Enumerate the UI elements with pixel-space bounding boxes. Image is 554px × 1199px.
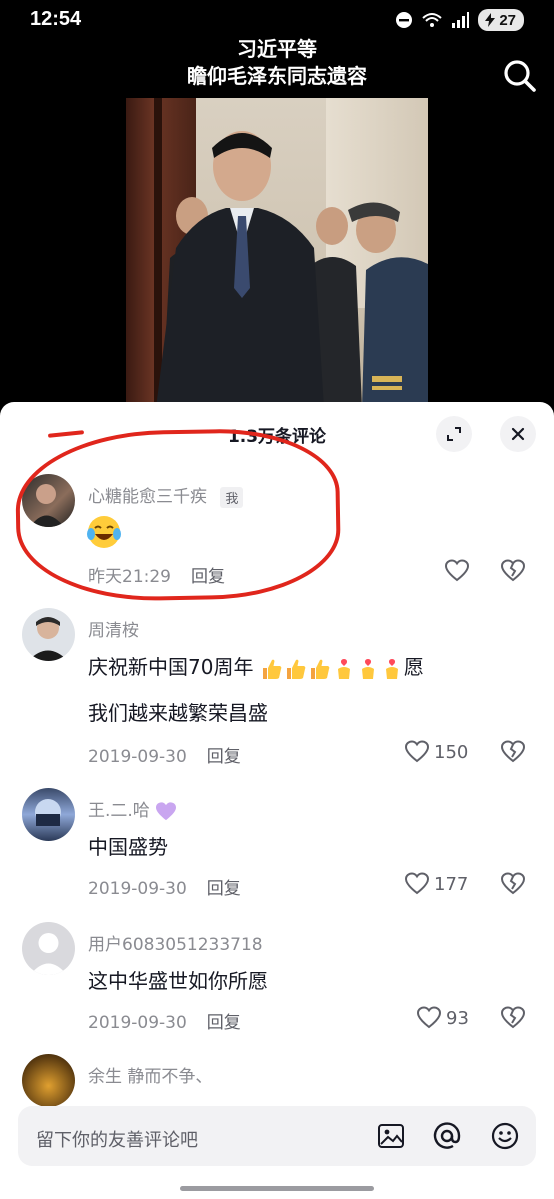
- comment-username-text: 王.二.哈: [88, 801, 150, 821]
- comment-item: 用户6083051233718 这中华盛世如你所愿 2019-09-30 回复 9…: [0, 920, 554, 1040]
- battery-indicator: 27: [478, 9, 524, 31]
- like-count: 177: [434, 873, 469, 895]
- broken-heart-icon[interactable]: [500, 558, 526, 584]
- comment-item: 周清桉 庆祝新中国70周年 愿 我们越来越繁荣昌盛 2019-09-30 回复 1…: [0, 606, 554, 774]
- reply-button[interactable]: 回复: [207, 747, 241, 767]
- avatar-image: [30, 484, 64, 527]
- signal-icon: [452, 12, 470, 28]
- like-button[interactable]: 93: [416, 1005, 469, 1031]
- comment-username[interactable]: 余生 静而不争、: [88, 1062, 212, 1087]
- like-button[interactable]: 177: [404, 871, 468, 897]
- image-icon[interactable]: [376, 1121, 406, 1151]
- broken-heart-icon[interactable]: [500, 739, 526, 765]
- laugh-cry-emoji: [87, 516, 121, 548]
- video-people-figures: [156, 131, 428, 408]
- comment-time: 2019-09-30: [88, 879, 187, 899]
- finger-heart-emoji: [385, 658, 398, 679]
- reply-button[interactable]: 回复: [207, 879, 241, 899]
- search-icon[interactable]: [500, 56, 540, 96]
- expand-icon: [447, 427, 461, 441]
- reply-button[interactable]: 回复: [191, 567, 225, 587]
- emoji-icon[interactable]: [490, 1121, 520, 1151]
- comment-username[interactable]: 周清桉: [88, 616, 139, 641]
- comment-time: 昨天21:29: [88, 567, 171, 587]
- comment-meta: 昨天21:29 回复: [88, 562, 225, 587]
- purple-heart-emoji: [156, 802, 177, 821]
- video-player[interactable]: [126, 98, 428, 408]
- comment-text-line1-end: 愿: [403, 655, 424, 679]
- comment-username[interactable]: 王.二.哈: [88, 796, 177, 821]
- comment-time: 2019-09-30: [88, 747, 187, 767]
- default-avatar-icon: [30, 933, 67, 975]
- video-title: 习近平等 瞻仰毛泽东同志遗容: [0, 36, 554, 90]
- status-bar: 12:54 27: [0, 0, 554, 40]
- comment-item: 余生 静而不争、: [0, 1054, 554, 1107]
- expand-button[interactable]: [436, 416, 472, 452]
- comment-username-text: 心糖能愈三千疾: [88, 487, 207, 507]
- heart-icon: [404, 872, 430, 895]
- avatar[interactable]: [22, 1054, 75, 1107]
- heart-icon: [416, 1006, 442, 1029]
- video-title-line1: 习近平等: [237, 37, 317, 61]
- finger-heart-emoji: [337, 658, 350, 679]
- comment-text: 中国盛势: [88, 835, 168, 859]
- avatar[interactable]: [22, 922, 75, 975]
- avatar[interactable]: [22, 474, 75, 527]
- comment-text: 这中华盛世如你所愿: [88, 969, 268, 993]
- like-count: 93: [446, 1007, 469, 1029]
- thumbs-up-emoji: [286, 659, 306, 679]
- avatar-image: [35, 799, 61, 826]
- status-time: 12:54: [30, 8, 82, 30]
- battery-level: 27: [499, 11, 516, 29]
- avatar[interactable]: [22, 788, 75, 841]
- finger-heart-emoji: [361, 658, 374, 679]
- comment-text: 庆祝新中国70周年 愿: [88, 644, 424, 690]
- comment-meta: 2019-09-30 回复: [88, 742, 241, 767]
- me-badge: 我: [220, 486, 244, 508]
- heart-icon[interactable]: [444, 558, 470, 584]
- avatar-image: [28, 617, 68, 661]
- broken-heart-icon[interactable]: [500, 871, 526, 897]
- video-title-line2: 瞻仰毛泽东同志遗容: [187, 64, 367, 88]
- wifi-icon: [422, 13, 442, 27]
- comment-username[interactable]: 心糖能愈三千疾 我: [88, 482, 244, 508]
- comment-time: 2019-09-30: [88, 1013, 187, 1033]
- comment-text-line1: 庆祝新中国70周年: [88, 655, 254, 679]
- comment-item: 王.二.哈 中国盛势 2019-09-30 回复 177: [0, 786, 554, 906]
- like-button[interactable]: 150: [404, 739, 468, 765]
- thumbs-up-emoji: [262, 659, 282, 679]
- comment-text-line2: 我们越来越繁荣昌盛: [88, 701, 268, 725]
- comment-input-bar[interactable]: 留下你的友善评论吧: [18, 1106, 536, 1166]
- comment-panel: 1.3万条评论 心糖能愈三千疾 我 昨天21:29 回复 周清桉 庆祝新中国70…: [0, 402, 554, 1199]
- comment-meta: 2019-09-30 回复: [88, 874, 241, 899]
- comment-meta: 2019-09-30 回复: [88, 1008, 241, 1033]
- heart-icon: [404, 740, 430, 763]
- close-icon: [511, 427, 525, 441]
- comment-item: 心糖能愈三千疾 我 昨天21:29 回复: [0, 470, 554, 600]
- thumbs-up-emoji: [310, 659, 330, 679]
- dnd-icon: [396, 12, 413, 28]
- comment-input-placeholder[interactable]: 留下你的友善评论吧: [36, 1126, 198, 1152]
- like-count: 150: [434, 741, 469, 763]
- home-indicator[interactable]: [180, 1186, 374, 1191]
- broken-heart-icon[interactable]: [500, 1005, 526, 1031]
- charging-icon: [485, 13, 496, 27]
- at-icon[interactable]: [432, 1121, 462, 1151]
- status-icons: 27: [394, 9, 524, 31]
- close-button[interactable]: [500, 416, 536, 452]
- avatar[interactable]: [22, 608, 75, 661]
- reply-button[interactable]: 回复: [207, 1013, 241, 1033]
- comment-username[interactable]: 用户6083051233718: [88, 930, 263, 955]
